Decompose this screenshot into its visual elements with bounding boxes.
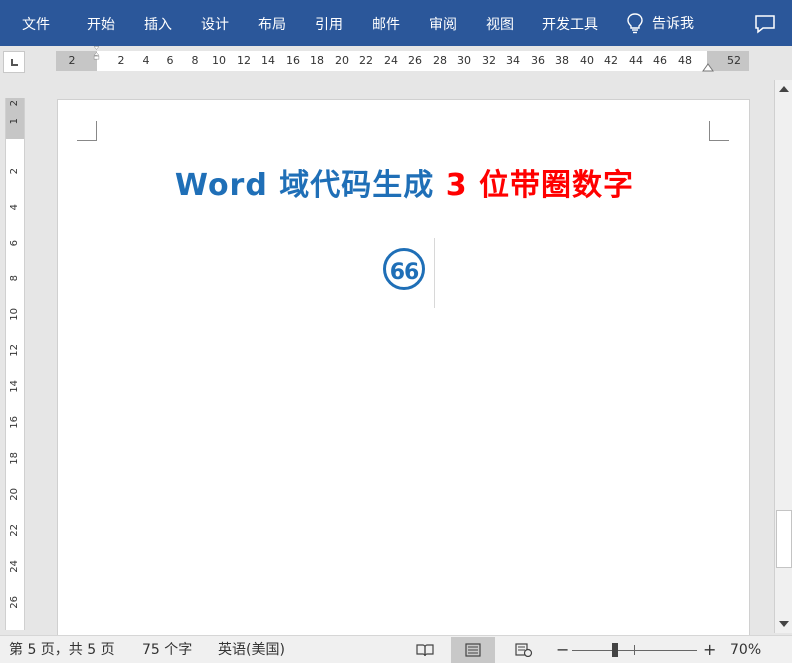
ruler-label: 1 xyxy=(9,118,20,125)
tab-view[interactable]: 视图 xyxy=(486,0,514,46)
tab-selector[interactable] xyxy=(3,51,25,73)
ruler-number: 20 xyxy=(335,54,349,67)
ruler-number: 2 xyxy=(117,54,125,67)
ruler-number: 4 xyxy=(142,54,150,67)
ruler-number: 26 xyxy=(408,54,422,67)
word-window: 文件 开始 插入 设计 布局 引用 邮件 审阅 视图 开发工具 告诉我 2 2 … xyxy=(0,0,792,663)
tab-mailings[interactable]: 邮件 xyxy=(372,0,400,46)
tell-me-search[interactable]: 告诉我 xyxy=(626,0,694,46)
ruler-number: 18 xyxy=(9,452,20,465)
ruler-number: 6 xyxy=(166,54,174,67)
comment-icon[interactable] xyxy=(754,14,776,34)
tell-me-label: 告诉我 xyxy=(652,16,694,32)
scroll-thumb[interactable] xyxy=(776,510,792,568)
right-indent-marker[interactable] xyxy=(702,63,714,73)
ruler-number: 32 xyxy=(482,54,496,67)
crop-mark xyxy=(709,121,729,141)
tab-home[interactable]: 开始 xyxy=(87,0,115,46)
indent-markers[interactable] xyxy=(91,46,102,60)
tab-review[interactable]: 审阅 xyxy=(429,0,457,46)
ruler-number: 12 xyxy=(237,54,251,67)
ruler-number: 20 xyxy=(9,488,20,501)
zoom-level[interactable]: 70% xyxy=(730,636,761,663)
ruler-number: 22 xyxy=(359,54,373,67)
vertical-scrollbar[interactable] xyxy=(774,80,792,633)
document-page[interactable]: Word 域代码生成 3 位带圈数字 66 xyxy=(57,99,750,639)
page-count[interactable]: 第 5 页，共 5 页 xyxy=(9,636,115,663)
document-heading: Word 域代码生成 3 位带圈数字 xyxy=(58,160,751,204)
ruler-number: 28 xyxy=(433,54,447,67)
ruler-number: 6 xyxy=(9,240,20,247)
ruler-number: 12 xyxy=(9,344,20,357)
ruler-number: 30 xyxy=(457,54,471,67)
scroll-up-icon[interactable] xyxy=(779,86,789,92)
ruler-number: 22 xyxy=(9,524,20,537)
ruler-number: 16 xyxy=(9,416,20,429)
crop-mark xyxy=(77,121,97,141)
ruler-number: 40 xyxy=(580,54,594,67)
print-layout-icon xyxy=(465,643,481,657)
ruler-number: 4 xyxy=(9,204,20,211)
tab-insert[interactable]: 插入 xyxy=(144,0,172,46)
ruler-number: 8 xyxy=(9,275,20,282)
ruler-number: 10 xyxy=(9,308,20,321)
web-layout-button[interactable] xyxy=(502,637,546,663)
ruler-number: 34 xyxy=(506,54,520,67)
ruler-number: 38 xyxy=(555,54,569,67)
zoom-in-button[interactable]: + xyxy=(703,636,716,663)
language-indicator[interactable]: 英语(美国) xyxy=(218,636,285,663)
vertical-ruler[interactable]: 2 1 2 4 6 8 10 12 14 16 18 20 22 24 26 xyxy=(5,98,25,630)
text-cursor xyxy=(434,238,435,308)
tab-file[interactable]: 文件 xyxy=(22,0,50,46)
scroll-down-icon[interactable] xyxy=(779,621,789,627)
ruler-label: 2 xyxy=(68,54,76,67)
left-tab-icon xyxy=(11,59,18,66)
ruler-number: 2 xyxy=(9,168,20,175)
print-layout-button[interactable] xyxy=(451,637,495,663)
tab-design[interactable]: 设计 xyxy=(201,0,229,46)
lightbulb-icon xyxy=(627,13,643,34)
status-bar: 第 5 页，共 5 页 75 个字 英语(美国) − + 70% xyxy=(0,635,792,663)
ruler-number: 42 xyxy=(604,54,618,67)
heading-red-text: 3 位带圈数字 xyxy=(445,168,635,203)
circled-number: 66 xyxy=(383,248,425,290)
tab-layout[interactable]: 布局 xyxy=(258,0,286,46)
heading-blue-text: Word 域代码生成 xyxy=(174,168,435,203)
ruler-label: 2 xyxy=(9,100,20,107)
ruler-number: 18 xyxy=(310,54,324,67)
ruler-number: 24 xyxy=(384,54,398,67)
tab-references[interactable]: 引用 xyxy=(315,0,343,46)
book-icon xyxy=(416,644,434,657)
ruler-number: 14 xyxy=(261,54,275,67)
zoom-center-tick xyxy=(634,645,635,655)
horizontal-ruler[interactable]: 2 2 4 6 8 10 12 14 16 18 20 22 24 26 28 … xyxy=(56,51,749,71)
ruler-number: 8 xyxy=(191,54,199,67)
ruler-number: 44 xyxy=(629,54,643,67)
ruler-number: 26 xyxy=(9,596,20,609)
ribbon-tab-bar: 文件 开始 插入 设计 布局 引用 邮件 审阅 视图 开发工具 告诉我 xyxy=(0,0,792,46)
read-mode-button[interactable] xyxy=(403,637,447,663)
ruler-number: 10 xyxy=(212,54,226,67)
ruler-number: 24 xyxy=(9,560,20,573)
zoom-out-button[interactable]: − xyxy=(556,636,569,663)
ruler-number: 48 xyxy=(678,54,692,67)
ruler-number: 16 xyxy=(286,54,300,67)
ruler-number: 36 xyxy=(531,54,545,67)
tab-developer[interactable]: 开发工具 xyxy=(542,0,598,46)
ruler-number: 46 xyxy=(653,54,667,67)
ruler-number: 14 xyxy=(9,380,20,393)
zoom-slider-thumb[interactable] xyxy=(612,643,618,657)
word-count[interactable]: 75 个字 xyxy=(142,636,192,663)
web-layout-icon xyxy=(515,643,533,657)
ruler-label: 52 xyxy=(727,54,741,67)
